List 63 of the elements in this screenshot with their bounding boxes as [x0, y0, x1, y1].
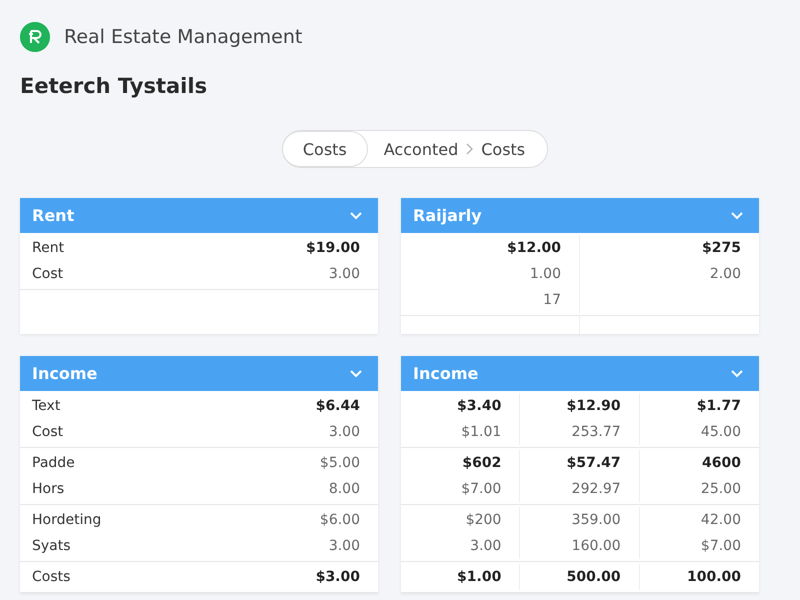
row-label: Costs: [31, 569, 72, 585]
app-title: Real Estate Management: [64, 26, 302, 48]
row-label: Text: [31, 398, 62, 414]
amount-cell: $200: [401, 507, 520, 533]
card-title: Income: [413, 364, 478, 383]
amount-cell: $1.00: [401, 564, 520, 590]
breadcrumb-chip[interactable]: Costs: [282, 131, 368, 167]
chevron-right-icon: [466, 143, 474, 155]
row-label: Cost: [31, 424, 64, 440]
amount-cell-text: $6.00: [318, 512, 361, 528]
card-title: Raijarly: [413, 206, 482, 225]
card-title: Income: [32, 364, 98, 383]
amount-cell-text: 25.00: [700, 480, 742, 499]
amount-cell-text: 3.00: [328, 538, 361, 554]
amount-cell-text: 8.00: [328, 481, 361, 497]
amount-cell: 292.97: [520, 476, 640, 502]
card-header[interactable]: Income: [20, 356, 378, 391]
chevron-down-icon: [731, 212, 743, 220]
amount-cell-text: 3.00: [328, 266, 361, 282]
amount-cell-text: $3.00: [314, 569, 361, 585]
amount-cell: $1.01: [401, 419, 520, 445]
amount-cell-text: $5.00: [318, 455, 361, 471]
amount-cell: $12.00: [401, 235, 580, 261]
amount-cell-text: $1.77: [696, 397, 742, 416]
row-label: Syats: [31, 538, 72, 554]
amount-cell-text: 45.00: [700, 423, 742, 442]
amount-cell: 3.00: [401, 533, 520, 559]
breadcrumb-link[interactable]: Costs: [477, 140, 530, 158]
card-header[interactable]: Income: [401, 356, 759, 391]
page-title: Eeterch Tystails: [20, 74, 208, 98]
chevron-down-icon: [350, 212, 362, 220]
amount-cell: $57.47: [520, 450, 640, 476]
amount-cell-text: $275: [701, 239, 742, 258]
logo-icon: [20, 22, 50, 52]
amount-cell: 253.77: [520, 419, 640, 445]
amount-cell: 1.00: [401, 261, 580, 287]
amount-cell: 17: [401, 287, 580, 313]
row-label: Hordeting: [31, 512, 102, 528]
amount-cell-text: 3.00: [328, 424, 361, 440]
card-header[interactable]: Raijarly: [401, 198, 759, 233]
amount-cell: 500.00: [520, 564, 640, 590]
row-label: Rent: [31, 240, 66, 256]
amount-cell: $602: [401, 450, 520, 476]
row-label: Padde: [31, 455, 76, 471]
row-label: Hors: [31, 481, 66, 497]
amount-cell-text: 4600: [701, 454, 742, 473]
amount-cell: 359.00: [520, 507, 640, 533]
amount-cell-text: 100.00: [686, 568, 742, 587]
amount-cell-text: 2.00: [708, 265, 742, 284]
breadcrumb-link[interactable]: Acconted: [380, 140, 462, 158]
amount-cell: 160.00: [520, 533, 640, 559]
chevron-down-icon: [731, 370, 743, 378]
amount-cell-text: $7.00: [700, 537, 742, 556]
card-header[interactable]: Rent: [20, 198, 378, 233]
amount-cell: $3.40: [401, 393, 520, 419]
amount-cell-text: $19.00: [304, 240, 361, 256]
card-title: Rent: [32, 206, 74, 225]
amount-cell-text: 42.00: [700, 511, 742, 530]
amount-cell: $12.90: [520, 393, 640, 419]
amount-cell: $7.00: [401, 476, 520, 502]
row-label: Cost: [31, 266, 64, 282]
amount-cell-text: $6.44: [314, 398, 361, 414]
chevron-down-icon: [350, 370, 362, 378]
